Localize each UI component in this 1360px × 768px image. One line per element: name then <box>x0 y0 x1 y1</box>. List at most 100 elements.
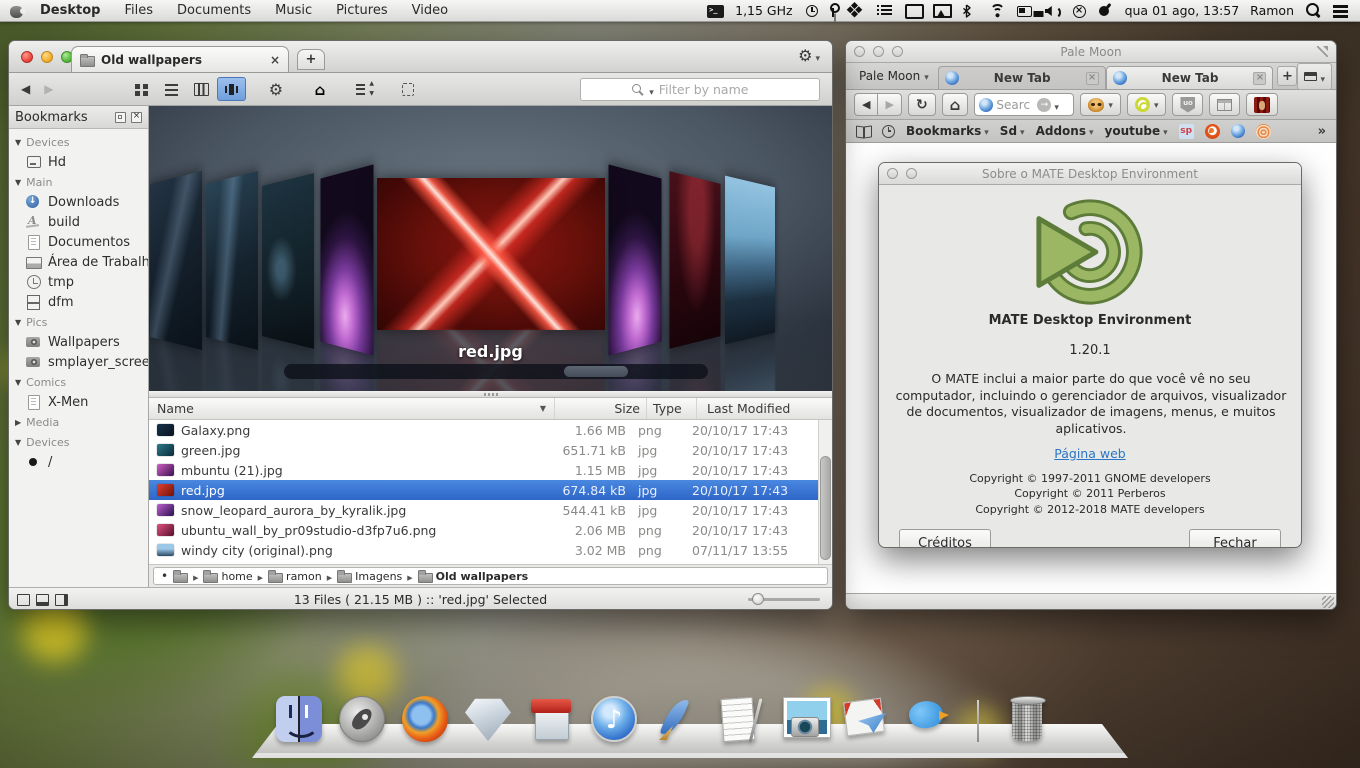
zoom-slider-handle[interactable] <box>752 593 764 605</box>
browser-tab-1[interactable]: New Tab <box>938 66 1106 89</box>
fm-tab-old-wallpapers[interactable]: Old wallpapers <box>71 46 289 72</box>
dock-icon-photos[interactable] <box>780 696 826 742</box>
dock-icon-pen[interactable] <box>654 696 700 742</box>
resize-grip-icon[interactable] <box>1322 596 1334 608</box>
file-list-scrollbar[interactable] <box>818 420 832 564</box>
sort-button[interactable] <box>349 77 378 101</box>
column-header-type[interactable]: Type <box>646 398 696 419</box>
coverflow-cover[interactable] <box>670 171 721 349</box>
globe-bookmark-icon[interactable] <box>1231 124 1245 138</box>
sidebar-group-main[interactable]: ▼Main <box>9 172 148 192</box>
dock-icon-notes[interactable] <box>717 696 763 742</box>
sp-bookmark-icon[interactable]: sp <box>1179 124 1194 139</box>
volume-icon[interactable] <box>1045 3 1062 18</box>
airplay-icon[interactable] <box>933 3 950 18</box>
bookmark-menu-bookmarks[interactable]: Bookmarks <box>906 124 989 138</box>
screen-icon[interactable] <box>905 3 922 18</box>
sidebar-item-rea-de-trabalho[interactable]: Área de Trabalho <box>9 252 148 272</box>
sidebar-item-smplayer-screen[interactable]: smplayer_screen <box>9 352 148 372</box>
menu-files[interactable]: Files <box>124 3 153 18</box>
back-button[interactable]: ◀ <box>854 93 877 116</box>
dock-icon-firefox[interactable] <box>402 696 448 742</box>
bookmark-menu-sd[interactable]: Sd <box>1000 124 1025 138</box>
menu-video[interactable]: Video <box>412 3 448 18</box>
back-button[interactable]: ◀ <box>21 82 30 96</box>
book-icon[interactable] <box>856 126 871 137</box>
file-row-galaxy-png[interactable]: Galaxy.png1.66 MBpng20/10/17 17:43 <box>149 420 818 440</box>
bookmark-menu-youtube[interactable]: youtube <box>1105 124 1168 138</box>
sidebar-item-downloads[interactable]: Downloads <box>9 192 148 212</box>
sidebar-item-root[interactable]: / <box>9 452 148 472</box>
file-row-ubuntu-wall-by-pr09studio-d3fp7u6-png[interactable]: ubuntu_wall_by_pr09studio-d3fp7u6.png2.0… <box>149 520 818 540</box>
menu-music[interactable]: Music <box>275 3 312 18</box>
file-row-red-jpg[interactable]: red.jpg674.84 kBjpg20/10/17 17:43 <box>149 480 818 500</box>
column-header-modified[interactable]: Last Modified <box>696 398 832 419</box>
battery-icon[interactable] <box>1017 3 1034 18</box>
coverflow-cover[interactable] <box>150 171 202 350</box>
scrollbar-thumb[interactable] <box>820 456 831 560</box>
coverflow-cover[interactable] <box>608 164 661 355</box>
file-row-green-jpg[interactable]: green.jpg651.71 kBjpg20/10/17 17:43 <box>149 440 818 460</box>
duckduckgo-icon[interactable] <box>1205 124 1220 139</box>
column-header-size[interactable]: Size <box>554 398 646 419</box>
overflow-chevron-icon[interactable] <box>1318 124 1326 139</box>
list-all-tabs-button[interactable] <box>1297 63 1332 90</box>
dock-icon-finder[interactable] <box>276 696 322 742</box>
coverflow-cover[interactable] <box>725 176 775 345</box>
clipboard-button[interactable] <box>393 77 422 101</box>
coverflow-cover[interactable] <box>206 171 258 350</box>
forward-button[interactable]: ▶ <box>877 93 901 116</box>
dropbox-icon[interactable] <box>849 3 866 18</box>
coverflow-selected-cover[interactable] <box>377 178 605 330</box>
dock-icon-mail[interactable] <box>843 696 889 742</box>
sidebar-group-devices[interactable]: ▼Devices <box>9 132 148 152</box>
column-view-button[interactable] <box>187 77 216 101</box>
sidebar-item-tmp[interactable]: tmp <box>9 272 148 292</box>
sidebar-detach-icon[interactable] <box>115 112 126 123</box>
go-arrow-icon[interactable]: → <box>1037 98 1051 112</box>
menu-icon[interactable] <box>1333 3 1350 18</box>
toggle-sidebar-icon[interactable] <box>17 594 30 606</box>
file-row-snow-leopard-aurora-by-kyralik-jpg[interactable]: snow_leopard_aurora_by_kyralik.jpg544.41… <box>149 500 818 520</box>
tab-close-icon[interactable] <box>1086 72 1099 85</box>
apple-menu-icon[interactable] <box>10 3 24 19</box>
sidebar-group-media[interactable]: ▶Media <box>9 412 148 432</box>
dialog-titlebar[interactable]: Sobre o MATE Desktop Environment <box>879 163 1301 185</box>
coverflow-scrollbar[interactable] <box>284 364 708 379</box>
foxyproxy-button[interactable] <box>1080 93 1121 116</box>
dock-icon-trash[interactable] <box>1004 696 1050 742</box>
tasks-icon[interactable] <box>877 3 894 18</box>
sidebar-item-dfm[interactable]: dfm <box>9 292 148 312</box>
file-row-windy-city-original-png[interactable]: windy city (original).png3.02 MBpng07/11… <box>149 540 818 560</box>
search-input[interactable] <box>996 98 1034 112</box>
coverflow-cover[interactable] <box>321 164 374 355</box>
dock-icon-box[interactable] <box>528 696 574 742</box>
list-view-button[interactable] <box>157 77 186 101</box>
menu-desktop[interactable]: Desktop <box>40 3 100 18</box>
forward-button[interactable]: ▶ <box>44 82 53 96</box>
dock-icon-twitter[interactable] <box>906 696 952 742</box>
sidebar-item-build[interactable]: build <box>9 212 148 232</box>
website-link[interactable]: Página web <box>1054 446 1125 461</box>
coverflow-scrollbar-thumb[interactable] <box>564 366 628 377</box>
search-bar[interactable]: → <box>974 93 1074 116</box>
fm-menu-button[interactable] <box>798 46 820 65</box>
palemoon-app-menu[interactable]: Pale Moon <box>850 63 938 89</box>
credits-button[interactable]: Créditos <box>899 529 991 548</box>
bookmark-menu-addons[interactable]: Addons <box>1036 124 1094 138</box>
sidebar-item-x-men[interactable]: X-Men <box>9 392 148 412</box>
sidebar-group-devices[interactable]: ▼Devices <box>9 432 148 452</box>
sidebar-item-hd[interactable]: Hd <box>9 152 148 172</box>
coverflow-view[interactable]: red.jpg <box>149 106 832 391</box>
breadcrumb-item-root[interactable] <box>173 570 188 582</box>
filter-input[interactable] <box>659 82 769 97</box>
locator-icon[interactable] <box>1097 3 1114 18</box>
chevron-down-icon[interactable] <box>1054 95 1059 114</box>
menu-documents[interactable]: Documents <box>177 3 251 18</box>
sidebar-group-pics[interactable]: ▼Pics <box>9 312 148 332</box>
breadcrumb-item-ramon[interactable]: ramon <box>268 570 322 583</box>
history-icon[interactable] <box>806 5 818 17</box>
table-addon-button[interactable] <box>1209 93 1240 116</box>
minimize-window-button[interactable] <box>41 51 53 63</box>
history-clock-icon[interactable] <box>882 125 895 138</box>
